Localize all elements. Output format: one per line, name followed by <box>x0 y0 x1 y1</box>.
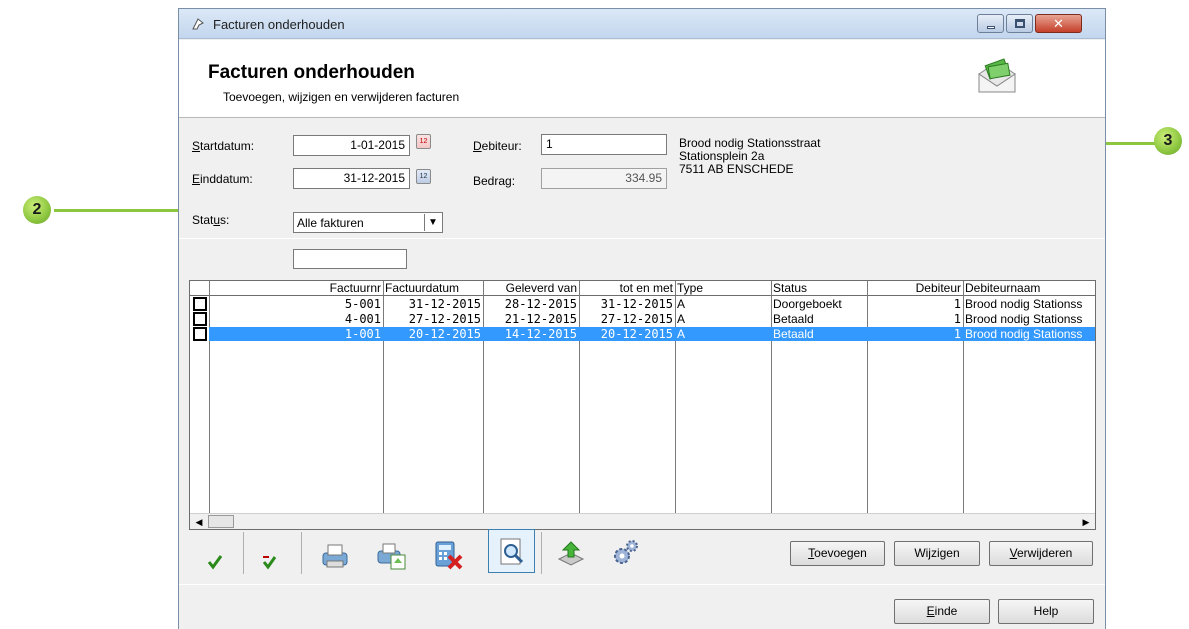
maximize-button[interactable] <box>1006 14 1033 33</box>
scroll-left-icon[interactable]: ◀ <box>191 515 207 529</box>
close-icon: ✕ <box>1053 16 1064 31</box>
print-preview-icon[interactable] <box>375 539 407 571</box>
divider <box>179 238 1105 239</box>
cell-status: Doorgeboekt <box>773 297 842 311</box>
cell-factuurnr: 1-001 <box>344 327 381 341</box>
column-header-debiteur[interactable]: Debiteur <box>867 281 963 296</box>
minimize-button[interactable] <box>977 14 1004 33</box>
help-button[interactable]: Help <box>998 599 1094 624</box>
wijzigen-button[interactable]: Wijzigen <box>894 541 980 566</box>
search-document-button[interactable] <box>488 529 535 573</box>
cell-tot-en-met: 20-12-2015 <box>600 327 673 341</box>
cell-geleverd-van: 21-12-2015 <box>504 312 577 326</box>
cell-type: A <box>677 297 686 311</box>
calendar-icon[interactable]: 12 <box>416 169 431 184</box>
column-header-tot-en-met[interactable]: tot en met <box>579 281 675 296</box>
cell-debiteur: 1 <box>953 327 961 341</box>
einde-button[interactable]: Einde <box>894 599 990 624</box>
cell-debiteur: 1 <box>953 312 961 326</box>
facturen-window: Facturen onderhouden ✕ Facturen onderhou… <box>178 8 1106 629</box>
column-header-select <box>190 281 209 296</box>
page-title: Facturen onderhouden <box>208 62 415 83</box>
bedrag-label: Bedrag: <box>473 174 516 188</box>
einddatum-label: Einddatum: <box>192 172 253 186</box>
title-bar: Facturen onderhouden ✕ <box>179 9 1105 39</box>
minimize-icon <box>987 26 995 29</box>
table-row[interactable]: 4-001 27-12-2015 21-12-2015 27-12-2015 A… <box>209 312 1095 326</box>
scroll-right-icon[interactable]: ▶ <box>1078 515 1094 529</box>
column-header-type[interactable]: Type <box>675 281 771 296</box>
row-checkbox[interactable] <box>193 327 207 341</box>
envelope-money-icon <box>978 58 1016 93</box>
row-checkbox[interactable] <box>193 297 207 311</box>
export-up-icon[interactable] <box>555 539 587 571</box>
column-header-debiteurnaam[interactable]: Debiteurnaam <box>963 281 1095 296</box>
bedrag-field: 334.95 <box>541 168 667 189</box>
callout-2-arrow <box>54 209 178 212</box>
einddatum-field[interactable]: 31-12-2015 <box>293 168 410 189</box>
column-header-factuurdatum[interactable]: Factuurdatum <box>383 281 483 296</box>
cell-tot-en-met: 31-12-2015 <box>600 297 673 311</box>
status-select[interactable]: Alle fakturen ▼ <box>293 212 443 233</box>
toolbar-divider <box>301 532 302 574</box>
debtor-address: Brood nodig Stationsstraat Stationsplein… <box>679 137 820 176</box>
debtor-city: 7511 AB ENSCHEDE <box>679 162 794 176</box>
printer-icon[interactable] <box>319 539 351 571</box>
callout-2-badge: 2 <box>23 196 51 224</box>
cell-status: Betaald <box>773 312 814 326</box>
cell-factuurnr: 4-001 <box>344 312 381 326</box>
search-document-icon <box>500 538 524 565</box>
check-icon[interactable] <box>199 546 231 578</box>
cell-debiteurnaam: Brood nodig Stationss <box>965 327 1083 341</box>
window-title: Facturen onderhouden <box>213 17 345 32</box>
toolbar-divider <box>243 532 244 574</box>
table-row[interactable]: 5-001 31-12-2015 28-12-2015 31-12-2015 A… <box>209 297 1095 311</box>
search-input[interactable] <box>293 249 407 269</box>
close-button[interactable]: ✕ <box>1035 14 1082 33</box>
row-checkbox[interactable] <box>193 312 207 326</box>
debiteur-label: Debiteur: <box>473 139 522 153</box>
cell-factuurdatum: 27-12-2015 <box>408 312 481 326</box>
cell-tot-en-met: 27-12-2015 <box>600 312 673 326</box>
maximize-icon <box>1015 19 1025 28</box>
horizontal-scrollbar[interactable]: ◀ ▶ <box>190 513 1095 529</box>
app-icon <box>192 18 204 30</box>
column-header-status[interactable]: Status <box>771 281 867 296</box>
callout-3-badge: 3 <box>1154 127 1182 155</box>
toevoegen-button[interactable]: Toevoegen <box>790 541 885 566</box>
status-select-value: Alle fakturen <box>297 216 364 230</box>
cell-factuurdatum: 31-12-2015 <box>408 297 481 311</box>
scroll-thumb[interactable] <box>208 515 234 528</box>
divider <box>179 584 1105 585</box>
status-label: Status: <box>192 213 230 227</box>
startdatum-field[interactable]: 1-01-2015 <box>293 135 410 156</box>
cell-factuurdatum: 20-12-2015 <box>408 327 481 341</box>
verwijderen-button[interactable]: Verwijderen <box>989 541 1093 566</box>
invoice-table[interactable]: Factuurnr Factuurdatum Geleverd van tot … <box>189 280 1096 530</box>
cell-factuurnr: 5-001 <box>344 297 381 311</box>
calculator-delete-icon[interactable] <box>432 539 464 571</box>
column-header-factuurnr[interactable]: Factuurnr <box>209 281 383 296</box>
cell-debiteurnaam: Brood nodig Stationss <box>965 297 1083 311</box>
page-subtitle: Toevoegen, wijzigen en verwijderen factu… <box>223 90 460 104</box>
table-row-selected[interactable]: 1-001 20-12-2015 14-12-2015 20-12-2015 A… <box>209 327 1095 341</box>
calendar-icon[interactable]: 12 <box>416 134 431 149</box>
cell-status: Betaald <box>773 327 814 341</box>
cell-type: A <box>677 327 686 341</box>
debiteur-field[interactable]: 1 <box>541 134 667 155</box>
form-header: Facturen onderhouden Toevoegen, wijzigen… <box>179 40 1105 118</box>
chevron-down-icon[interactable]: ▼ <box>424 214 441 231</box>
settings-gears-icon[interactable] <box>609 537 641 569</box>
cell-geleverd-van: 28-12-2015 <box>504 297 577 311</box>
toolbar-divider <box>541 532 542 574</box>
cell-debiteur: 1 <box>953 297 961 311</box>
startdatum-label: Startdatum: <box>192 139 255 153</box>
check-minus-icon[interactable] <box>255 546 287 578</box>
cell-debiteurnaam: Brood nodig Stationss <box>965 312 1083 326</box>
column-header-geleverd-van[interactable]: Geleverd van <box>483 281 579 296</box>
cell-type: A <box>677 312 686 326</box>
cell-geleverd-van: 14-12-2015 <box>504 327 577 341</box>
